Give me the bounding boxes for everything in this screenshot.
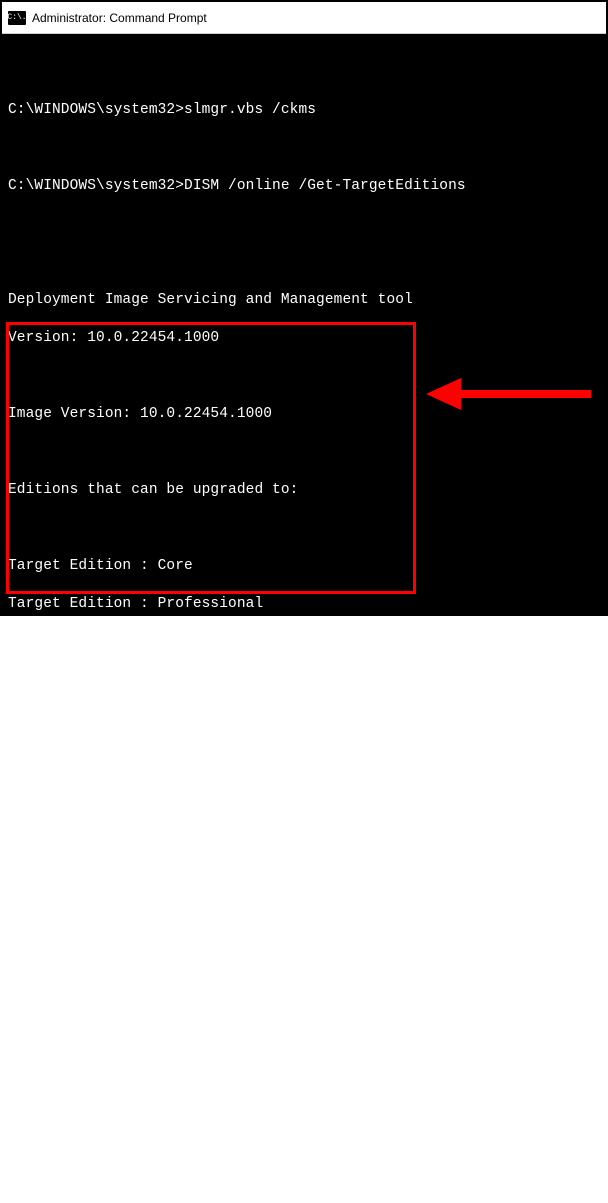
window-title: Administrator: Command Prompt [32,11,207,25]
target-label: Target Edition : [8,558,158,574]
blank-line [8,519,600,538]
blank-line [8,367,600,386]
console-area[interactable]: C:\WINDOWS\system32>slmgr.vbs /ckms C:\W… [2,34,606,614]
edition-value: ServerRdsh [158,862,246,878]
prompt: C:\WINDOWS\system32> [8,102,184,118]
edition-value: Core [158,558,193,574]
edition-value: Education [158,748,237,764]
target-label: Target Edition : [8,862,158,878]
version-line: Version: 10.0.22454.1000 [8,329,600,348]
edition-row: Target Edition : IoTEnterprise [8,899,600,918]
edition-row: Target Edition : ProfessionalEducation [8,671,600,690]
edition-row: Target Edition : CloudEdition [8,633,600,652]
titlebar: C:\. Administrator: Command Prompt [2,2,606,34]
edition-row: Target Edition : Education [8,747,600,766]
prompt: C:\WINDOWS\system32> [8,1090,184,1106]
command-text-2: DISM /online /Get-TargetEditions [184,178,466,194]
edition-value: ProfessionalWorkstation [158,710,360,726]
blank-line [8,975,600,994]
prompt: C:\WINDOWS\system32> [8,178,184,194]
blank-line [8,253,600,272]
blank-line [8,215,600,234]
edition-row: Target Edition : ProfessionalCountrySpec… [8,785,600,804]
blank-line [8,139,600,158]
edition-value: CloudEdition [158,634,264,650]
edition-value: IoTEnterprise [158,900,272,916]
editions-heading: Editions that can be upgraded to: [8,481,600,500]
edition-row: Target Edition : ProfessionalSingleLangu… [8,823,600,842]
blank-line [8,443,600,462]
cmd-icon-text: C:\. [7,14,26,22]
target-label: Target Edition : [8,938,158,954]
edition-value: ProfessionalEducation [158,672,343,688]
target-label: Target Edition : [8,710,158,726]
edition-value: ProfessionalCountrySpecific [158,786,396,802]
edition-value: Professional [158,596,264,612]
command-text-1: slmgr.vbs /ckms [184,102,316,118]
edition-row: Target Edition : ProfessionalWorkstation [8,709,600,728]
current-prompt-line: C:\WINDOWS\system32> [8,1089,600,1108]
target-label: Target Edition : [8,900,158,916]
command-line-2: C:\WINDOWS\system32>DISM /online /Get-Ta… [8,177,600,196]
target-label: Target Edition : [8,672,158,688]
command-line-1: C:\WINDOWS\system32>slmgr.vbs /ckms [8,101,600,120]
target-label: Target Edition : [8,786,158,802]
cmd-icon: C:\. [8,11,26,25]
target-label: Target Edition : [8,596,158,612]
target-label: Target Edition : [8,634,158,650]
edition-row: Target Edition : Core [8,557,600,576]
completed-line: The operation completed successfully. [8,1013,600,1032]
edition-row: Target Edition : Professional [8,595,600,614]
cursor-icon [184,1101,192,1105]
edition-row: Target Edition : ServerRdsh [8,861,600,880]
target-label: Target Edition : [8,824,158,840]
target-label: Target Edition : [8,748,158,764]
blank-line [8,63,600,82]
edition-value: ProfessionalSingleLanguage [158,824,387,840]
image-version-line: Image Version: 10.0.22454.1000 [8,405,600,424]
edition-value: Enterprise [158,938,246,954]
edition-row: Target Edition : Enterprise [8,937,600,956]
blank-line [8,1051,600,1070]
tool-header: Deployment Image Servicing and Managemen… [8,291,600,310]
